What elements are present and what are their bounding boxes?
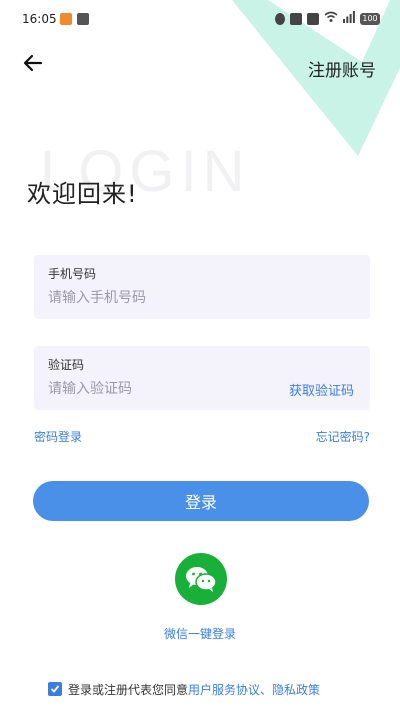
app-notification-icon bbox=[60, 13, 72, 25]
page-title: 欢迎回来! bbox=[27, 180, 138, 208]
login-button[interactable]: 登录 bbox=[33, 481, 369, 521]
phone-input[interactable] bbox=[48, 288, 268, 308]
code-input[interactable] bbox=[48, 379, 268, 399]
wechat-login-button[interactable] bbox=[175, 553, 227, 605]
back-button[interactable] bbox=[18, 48, 48, 78]
vibrate-icon bbox=[275, 12, 285, 25]
status-icons: 100 bbox=[275, 11, 380, 26]
code-field-label: 验证码 bbox=[48, 358, 85, 372]
code-field: 验证码 获取验证码 bbox=[34, 346, 370, 410]
status-bar: 16:05 100 bbox=[0, 0, 400, 36]
forgot-password-link[interactable]: 忘记密码? bbox=[316, 428, 370, 445]
battery-icon: 100 bbox=[360, 12, 380, 25]
wechat-icon bbox=[186, 567, 217, 592]
signal-icon bbox=[343, 11, 355, 26]
wechat-login-label: 微信一键登录 bbox=[163, 627, 236, 641]
screen-icon bbox=[290, 12, 302, 25]
get-code-button[interactable]: 获取验证码 bbox=[289, 380, 354, 399]
agreement-row: 登录或注册代表您同意 用户服务协议 、 隐私政策 bbox=[48, 680, 320, 698]
agreement-separator: 、 bbox=[260, 682, 273, 697]
phone-field-label: 手机号码 bbox=[48, 267, 97, 281]
arrow-left-icon bbox=[23, 54, 43, 72]
sim-icon bbox=[307, 12, 319, 25]
check-icon bbox=[50, 685, 60, 693]
wifi-icon bbox=[324, 11, 338, 26]
agreement-text: 登录或注册代表您同意 bbox=[68, 682, 189, 697]
register-account-link[interactable]: 注册账号 bbox=[308, 56, 376, 81]
app-notification-icon bbox=[77, 13, 89, 25]
phone-field: 手机号码 bbox=[34, 255, 370, 319]
privacy-link[interactable]: 隐私政策 bbox=[272, 681, 320, 698]
status-time: 16:05 bbox=[22, 12, 57, 26]
password-login-link[interactable]: 密码登录 bbox=[34, 428, 82, 445]
agree-checkbox[interactable] bbox=[48, 682, 62, 696]
terms-link[interactable]: 用户服务协议 bbox=[188, 681, 260, 698]
